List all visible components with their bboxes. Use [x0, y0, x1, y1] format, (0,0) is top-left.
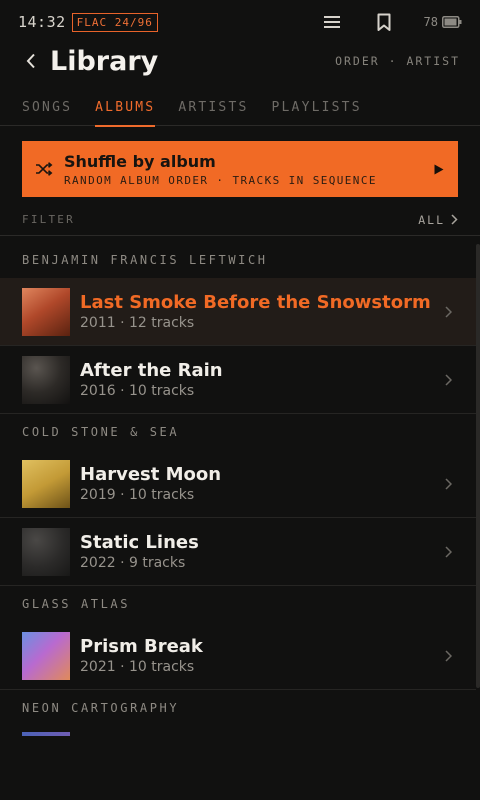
filter-dropdown[interactable]: ALL — [418, 213, 458, 227]
album-row[interactable]: After the Rain 2016 · 10 tracks — [0, 346, 476, 414]
artist-header: COLD STONE & SEA — [22, 425, 180, 439]
shuffle-icon — [34, 159, 54, 179]
album-cover — [22, 732, 70, 736]
tab-bar: SONGS ALBUMS ARTISTS PLAYLISTS — [0, 92, 480, 127]
shuffle-subtitle: RANDOM ALBUM ORDER · TRACKS IN SEQUENCE — [64, 173, 377, 187]
album-row[interactable]: Prism Break 2021 · 10 tracks — [0, 622, 476, 690]
filter-value: ALL — [418, 212, 445, 227]
album-title: After the Rain — [80, 360, 223, 381]
chevron-right-icon — [442, 544, 454, 560]
tab-artists[interactable]: ARTISTS — [178, 92, 248, 126]
battery-indicator: 78 — [424, 15, 462, 29]
album-row[interactable]: Static Lines 2022 · 9 tracks — [0, 518, 476, 586]
format-badge: FLAC 24/96 — [71, 12, 158, 32]
battery-icon — [442, 16, 462, 28]
album-title: Harvest Moon — [80, 464, 222, 485]
chevron-right-icon — [442, 648, 454, 664]
album-cover — [22, 527, 70, 576]
tab-albums[interactable]: ALBUMS — [95, 92, 156, 127]
sort-order[interactable]: ORDER · ARTIST — [335, 54, 460, 68]
clock: 14:32 — [18, 13, 66, 31]
album-row[interactable]: Harvest Moon 2019 · 10 tracks — [0, 450, 476, 518]
album-meta: 2022 · 9 tracks — [80, 555, 186, 571]
header: Library ORDER · ARTIST — [0, 44, 480, 78]
play-icon[interactable] — [432, 162, 446, 176]
album-meta: 2011 · 12 tracks — [80, 315, 195, 331]
filter-bar[interactable]: FILTER ALL — [0, 204, 480, 236]
album-cover — [22, 355, 70, 404]
artist-header: GLASS ATLAS — [22, 597, 131, 611]
chevron-right-icon — [442, 304, 454, 320]
album-cover — [22, 459, 70, 508]
album-list: BENJAMIN FRANCIS LEFTWICH Last Smoke Bef… — [0, 242, 476, 726]
status-bar: 14:32 FLAC 24/96 78 — [0, 0, 480, 44]
chevron-right-icon — [442, 476, 454, 492]
album-row[interactable]: Last Smoke Before the Snowstorm 2011 · 1… — [0, 278, 476, 346]
artist-header: BENJAMIN FRANCIS LEFTWICH — [22, 253, 268, 267]
bookmark-icon[interactable] — [364, 7, 404, 37]
page-title: Library — [50, 45, 159, 77]
tab-songs[interactable]: SONGS — [22, 92, 72, 126]
album-meta: 2019 · 10 tracks — [80, 487, 195, 503]
chevron-right-icon — [442, 372, 454, 388]
album-title: Prism Break — [80, 636, 203, 657]
back-icon[interactable] — [20, 46, 42, 76]
album-meta: 2016 · 10 tracks — [80, 383, 195, 399]
shuffle-title: Shuffle by album — [64, 151, 216, 171]
album-title: Static Lines — [80, 532, 199, 553]
album-cover — [22, 631, 70, 680]
tab-playlists[interactable]: PLAYLISTS — [272, 92, 362, 126]
album-title: Last Smoke Before the Snowstorm — [80, 292, 431, 313]
menu-icon[interactable] — [312, 7, 352, 37]
album-meta: 2021 · 10 tracks — [80, 659, 195, 675]
filter-label: FILTER — [22, 213, 75, 226]
chevron-right-icon — [451, 214, 458, 225]
album-cover — [22, 287, 70, 336]
scrollbar[interactable] — [476, 244, 480, 688]
shuffle-by-album-button[interactable]: Shuffle by album RANDOM ALBUM ORDER · TR… — [22, 141, 458, 197]
battery-level: 78 — [423, 15, 438, 29]
artist-header: NEON CARTOGRAPHY — [22, 701, 180, 715]
